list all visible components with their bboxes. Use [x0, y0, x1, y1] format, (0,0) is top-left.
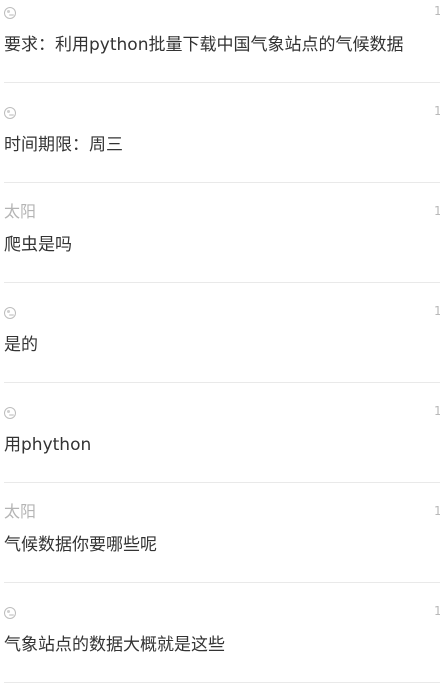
- message-text: 气候数据你要哪些呢: [4, 535, 157, 555]
- message-time: 1: [434, 504, 440, 518]
- message-time: 1: [434, 304, 440, 318]
- message-item: 1 是的: [4, 300, 440, 400]
- message-sender: [4, 404, 16, 420]
- message-text: 时间期限：周三: [4, 135, 123, 155]
- message-divider: [4, 282, 440, 283]
- message-sender: [4, 304, 16, 320]
- message-text: 用phython: [4, 435, 92, 455]
- message-text: 要求：利用python批量下载中国气象站点的气候数据: [4, 35, 404, 55]
- message-sender: 太阳: [4, 204, 36, 220]
- message-time: 1: [434, 104, 440, 118]
- message-text: 是的: [4, 335, 38, 355]
- message-divider: [4, 582, 440, 583]
- user-avatar-icon: [4, 607, 16, 619]
- message-item: 太阳 1 爬虫是吗: [4, 200, 440, 300]
- user-avatar-icon: [4, 107, 16, 119]
- message-item: 1 气象站点的数据大概就是这些: [4, 600, 440, 689]
- message-divider: [4, 482, 440, 483]
- user-avatar-icon: [4, 7, 16, 19]
- message-sender: [4, 104, 16, 120]
- message-time: 1: [434, 604, 440, 618]
- user-avatar-icon: [4, 407, 16, 419]
- sender-name: 太阳: [4, 502, 37, 521]
- user-avatar-icon: [4, 307, 16, 319]
- message-divider: [4, 182, 440, 183]
- message-item: 太阳 1 气候数据你要哪些呢: [4, 500, 440, 600]
- message-item: 1 要求：利用python批量下载中国气象站点的气候数据: [4, 0, 440, 100]
- message-text: 气象站点的数据大概就是这些: [4, 635, 225, 655]
- message-item: 1 用phython: [4, 400, 440, 500]
- message-divider: [4, 382, 440, 383]
- message-sender: [4, 4, 16, 20]
- message-text: 爬虫是吗: [4, 235, 72, 255]
- message-time: 1: [434, 204, 440, 218]
- message-divider: [4, 82, 440, 83]
- chat-thread: 1 要求：利用python批量下载中国气象站点的气候数据 1 时间期限：周三 太…: [0, 0, 440, 689]
- message-time: 1: [434, 4, 440, 18]
- message-divider: [4, 682, 440, 683]
- message-item: 1 时间期限：周三: [4, 100, 440, 200]
- message-sender: 太阳: [4, 504, 36, 520]
- message-sender: [4, 604, 16, 620]
- sender-name: 太阳: [4, 202, 37, 221]
- message-time: 1: [434, 404, 440, 418]
